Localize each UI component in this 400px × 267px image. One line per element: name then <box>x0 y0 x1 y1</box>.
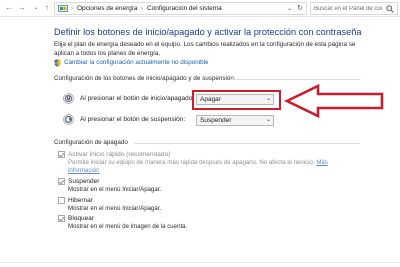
power-button-label: Al presionar el botón de inicio/apagado: <box>80 95 195 102</box>
sleep-button-icon <box>63 114 74 125</box>
sleep-button-action-value: Suspender <box>200 117 232 124</box>
recent-pages-chevron-icon[interactable]: ⌄ <box>31 3 41 13</box>
lock-checkbox[interactable] <box>58 215 65 222</box>
more-info-link-continued[interactable]: información <box>68 167 100 175</box>
search-input[interactable] <box>314 4 382 13</box>
control-panel-icon <box>58 5 68 12</box>
power-button-icon <box>63 93 74 104</box>
sleep-checkbox[interactable] <box>58 178 65 185</box>
window-bottom-divider <box>0 262 400 263</box>
back-button[interactable]: ← <box>4 3 14 13</box>
buttons-section-heading: Configuración de los botones de inicio/a… <box>54 75 234 82</box>
breadcrumb-power-options[interactable]: Opciones de energía <box>77 4 137 14</box>
lock-label: Bloquear <box>68 215 95 222</box>
section-divider <box>230 79 360 80</box>
address-toolbar: ← → ⌄ ↑ › Opciones de energía › Configur… <box>0 0 400 17</box>
page-title: Definir los botones de inicio/apagado y … <box>54 27 362 37</box>
section-divider <box>134 143 360 144</box>
breadcrumb-separator: › <box>71 6 73 12</box>
sleep-button-action-select[interactable]: Suspender ⌄ <box>196 115 274 126</box>
search-icon[interactable] <box>386 5 394 13</box>
page-description: Elija el plan de energía deseado en el e… <box>54 41 356 57</box>
breadcrumb-separator: › <box>141 6 143 12</box>
fast-startup-description: Permite iniciar su equipo de manera más … <box>68 159 328 166</box>
sleep-button-label: Al presionar el botón de suspensión: <box>80 116 186 123</box>
annotation-highlight-box <box>192 90 281 110</box>
fast-startup-checkbox[interactable] <box>58 151 65 158</box>
change-unavailable-settings-link[interactable]: Cambiar la configuración actualmente no … <box>64 58 209 68</box>
lock-description: Mostrar en el menú de imagen de la cuent… <box>68 223 188 230</box>
fast-startup-label: Activar inicio rápido (recomendado) <box>68 151 171 158</box>
address-bar[interactable]: › Opciones de energía › Configuración de… <box>54 2 307 15</box>
more-info-link[interactable]: Más <box>316 159 328 166</box>
sleep-description: Mostrar en el menú Iniciar/Apagar. <box>68 186 162 193</box>
shutdown-section-heading: Configuración de apagado <box>54 139 128 146</box>
hibernate-checkbox[interactable] <box>58 197 65 204</box>
hibernate-label: Hibernar <box>68 197 93 204</box>
hibernate-description: Mostrar en el menú Iniciar/Apagar. <box>68 205 162 212</box>
search-box[interactable] <box>310 2 398 15</box>
up-button[interactable]: ↑ <box>42 3 52 13</box>
sleep-label: Suspender <box>68 178 100 185</box>
chevron-down-icon: ⌄ <box>265 117 271 123</box>
forward-button[interactable]: → <box>17 3 27 13</box>
uac-shield-icon <box>54 59 61 67</box>
annotation-arrow-icon <box>284 83 384 119</box>
breadcrumb-system-settings[interactable]: Configuración del sistema <box>147 4 222 14</box>
refresh-icon[interactable]: ↻ <box>297 4 303 14</box>
address-dropdown-icon[interactable]: ⌄ <box>287 4 292 14</box>
